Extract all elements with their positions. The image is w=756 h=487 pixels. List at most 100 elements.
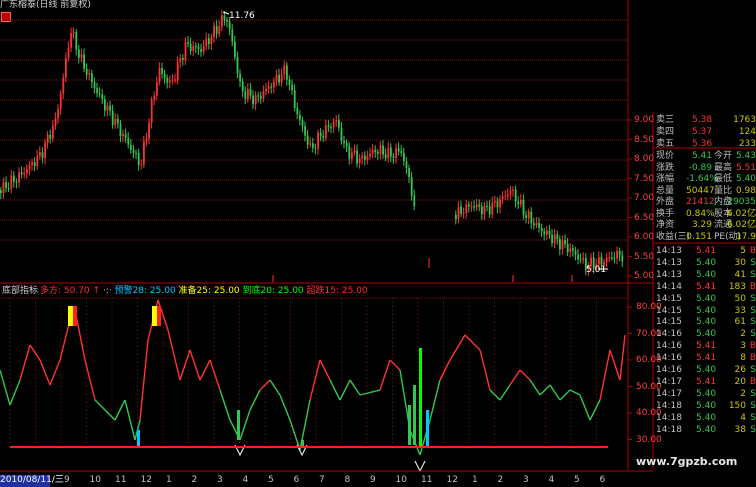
- indicator-line-segment: [239, 409, 251, 441]
- candle-body: [374, 149, 377, 153]
- trade-tick-side: S: [750, 412, 756, 423]
- indicator-name[interactable]: 底部指标: [2, 286, 38, 297]
- candle-body: [278, 74, 280, 83]
- trade-tick-time: 14:13: [656, 257, 682, 268]
- candle-body: [244, 91, 247, 99]
- candle-body: [44, 142, 46, 159]
- trade-tick-volume: 2: [740, 329, 746, 340]
- trade-tick-price: 5.40: [696, 257, 717, 268]
- indicator-line-segment: [167, 329, 181, 381]
- trade-tick-price: 5.40: [696, 317, 717, 328]
- candlestick-series: [0, 9, 624, 282]
- trade-tick-side: S: [750, 388, 756, 399]
- candle-body: [556, 234, 559, 239]
- stat-value: 21412: [686, 197, 715, 207]
- candle-body: [335, 120, 338, 122]
- trade-tick-volume: 61: [734, 317, 746, 328]
- month-label: 3: [523, 475, 529, 485]
- price-tick-label: 5.50: [634, 251, 655, 262]
- candle-body: [582, 257, 585, 260]
- candle-body: [192, 46, 195, 51]
- bottom-signal-bar: [137, 430, 140, 447]
- indicator-line-segment: [549, 384, 561, 401]
- candle-body: [210, 36, 213, 45]
- order-book-label: 卖四: [656, 127, 675, 137]
- order-book-volume: 233: [738, 139, 756, 149]
- indicator-line-segment: [609, 349, 621, 381]
- candle-body: [608, 257, 611, 259]
- candle-body: [135, 152, 137, 154]
- month-label: 2: [497, 475, 504, 485]
- candle-body: [455, 215, 457, 219]
- order-book-price: 5.38: [692, 115, 713, 125]
- candle-body: [322, 135, 325, 138]
- candle-body: [364, 155, 366, 160]
- indicator-line-segment: [104, 409, 116, 421]
- candle-body: [572, 248, 574, 251]
- month-label: 5: [574, 475, 580, 485]
- trade-tick-price: 5.40: [696, 424, 717, 435]
- indicator-legend-item: ↑: [92, 286, 103, 296]
- candle-body: [317, 132, 319, 149]
- candle-body: [174, 79, 176, 81]
- month-label: 6: [293, 475, 300, 485]
- indicator-line-segment: [289, 419, 301, 451]
- low-price-marker: 5.01: [586, 265, 606, 276]
- trade-tick-row: 14:13 5.40 41 S: [656, 269, 756, 281]
- trade-tick-time: 14:16: [656, 329, 682, 340]
- candle-body: [262, 91, 265, 99]
- month-label: 2: [191, 475, 198, 485]
- candle-body: [465, 204, 468, 213]
- candle-body: [577, 254, 579, 260]
- candle-body: [332, 121, 335, 128]
- trade-tick-row: 14:17 5.40 2 S: [656, 388, 756, 400]
- candle-body: [296, 108, 299, 115]
- candle-body: [260, 96, 262, 99]
- stat-value: 5.41: [691, 151, 712, 161]
- warning-bar: [68, 306, 73, 326]
- indicator-line-segment: [439, 359, 451, 381]
- candle-body: [483, 205, 486, 215]
- order-book-row: 卖三 5.38 1763: [656, 114, 756, 126]
- candle-body: [153, 95, 156, 100]
- trade-tick-row: 14:13 5.41 5 B: [656, 245, 756, 257]
- trade-tick-row: 14:18 5.40 4 S: [656, 412, 756, 424]
- candle-body: [366, 156, 369, 160]
- price-tick-label: 7.50: [634, 173, 655, 184]
- warning-bar: [157, 306, 161, 326]
- candle-body: [304, 126, 306, 136]
- candle-body: [501, 196, 504, 200]
- candle-body: [371, 149, 374, 154]
- month-label: 7: [319, 475, 325, 485]
- trade-tick-row: 14:16 5.40 2 S: [656, 328, 756, 340]
- candle-body: [187, 41, 189, 44]
- candle-body: [158, 68, 161, 83]
- candle-body: [101, 94, 104, 100]
- candle-body: [28, 164, 31, 170]
- trade-tick-row: 14:15 5.40 61 S: [656, 316, 756, 328]
- candle-body: [208, 38, 210, 45]
- candle-body: [0, 190, 2, 193]
- trade-tick-row: 14:16 5.40 26 S: [656, 364, 756, 376]
- trade-tick-volume: 2: [740, 388, 746, 399]
- candle-body: [533, 223, 535, 226]
- candle-body: [200, 49, 202, 52]
- stat-value: 6.02亿: [726, 208, 756, 219]
- indicator-line-segment: [279, 394, 291, 421]
- candle-body: [143, 141, 145, 165]
- indicator-legend-item: 预警28: 25.00: [114, 286, 179, 296]
- candle-body: [468, 204, 470, 207]
- indicator-line-segment: [509, 369, 521, 386]
- trade-tick-price: 5.40: [696, 365, 717, 375]
- stat-label: 量比: [714, 185, 733, 196]
- candle-body: [36, 156, 39, 166]
- candle-body: [75, 31, 78, 50]
- candle-body: [252, 95, 254, 105]
- indicator-line-segment: [309, 359, 321, 401]
- indicator-line-segment: [249, 389, 261, 411]
- indicator-legend-item: ·:·: [102, 286, 115, 296]
- trade-tick-volume: 8: [740, 353, 746, 364]
- stat-value: 6.02亿: [726, 220, 756, 230]
- candle-body: [145, 138, 148, 142]
- candle-body: [106, 105, 109, 111]
